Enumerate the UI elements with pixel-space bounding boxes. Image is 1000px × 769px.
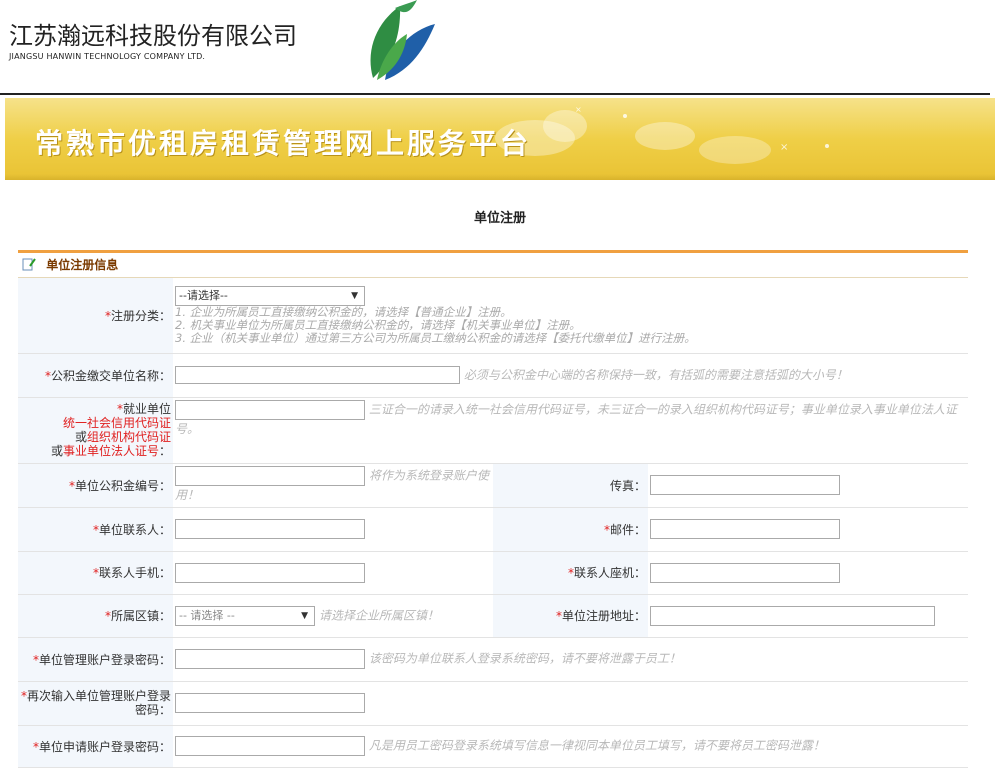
apply-pwd-label: 单位申请账户登录密码： <box>38 739 171 754</box>
svg-text:×: × <box>575 105 582 114</box>
mobile-input[interactable] <box>175 562 365 583</box>
admin-pwd2-label: 再次输入单位管理账户登录密码： <box>26 689 171 717</box>
page-title: 单位注册 <box>473 211 526 226</box>
platform-banner: × × 常熟市优租房租赁管理网上服务平台 <box>5 98 995 180</box>
unit-name-label: 公积金缴交单位名称： <box>50 368 171 383</box>
phone-label: 联系人座机： <box>573 566 646 580</box>
header-divider <box>0 93 990 95</box>
reg-type-notes: 1. 企业为所属员工直接缴纳公积金的，请选择【普通企业】注册。 2. 机关事业单… <box>175 304 696 345</box>
email-input[interactable] <box>650 519 840 539</box>
address-input[interactable] <box>650 605 935 626</box>
reg-type-select[interactable]: --请选择-- ▼ <box>175 285 365 306</box>
reg-type-label: 注册分类： <box>110 308 171 323</box>
banner-title: 常熟市优租房租赁管理网上服务平台 <box>35 127 532 160</box>
fax-label: 传真： <box>609 478 646 493</box>
address-label: 单位注册地址： <box>561 609 646 623</box>
company-name-cn: 江苏瀚远科技股份有限公司 <box>9 22 297 50</box>
unit-name-hint: 必须与公积金中心端的名称保持一致，有括弧的需要注意括弧的大小号！ <box>463 367 848 382</box>
admin-password-input[interactable] <box>175 649 365 669</box>
admin-password-confirm-input[interactable] <box>175 693 365 713</box>
email-label: 邮件： <box>609 522 646 537</box>
section-title: 单位注册信息 <box>46 258 119 272</box>
contact-label: 单位联系人： <box>98 522 171 537</box>
dropdown-arrow-icon: ▼ <box>301 610 308 621</box>
apply-password-input[interactable] <box>175 736 365 756</box>
fund-no-input[interactable] <box>175 465 365 486</box>
row-fund-no: *单位公积金编号： 将作为系统登录账户使用！ 传真： <box>18 463 968 508</box>
mobile-label: 联系人手机： <box>98 566 171 580</box>
row-apply-pwd: *单位申请账户登录密码： 凡是用员工密码登录系统填写信息一律视同本单位员工填写，… <box>18 725 968 768</box>
credit-code-input[interactable] <box>175 399 365 420</box>
apply-pwd-hint: 凡是用员工密码登录系统填写信息一律视同本单位员工填写，请不要将员工密码泄露！ <box>368 738 825 753</box>
row-reg-type: *注册分类： --请选择-- ▼ 1. 企业为所属员工直接缴纳公积金的，请选择【普… <box>18 278 968 354</box>
row-contact: *单位联系人： *邮件： <box>18 507 968 552</box>
row-admin-pwd: *单位管理账户登录密码： 该密码为单位联系人登录系统密码，请不要将泄露于员工！ <box>18 637 968 682</box>
company-leaf-logo-icon <box>370 0 435 80</box>
row-credit-code: *就业单位 统一社会信用代码证 或组织机构代码证 或事业单位法人证号： 三证合一… <box>18 397 968 464</box>
district-label: 所属区镇： <box>110 609 171 623</box>
fund-no-label: 单位公积金编号： <box>74 478 171 493</box>
section-header: 单位注册信息 <box>18 250 968 278</box>
svg-text:×: × <box>780 142 788 153</box>
admin-pwd-hint: 该密码为单位联系人登录系统密码，请不要将泄露于员工！ <box>368 651 681 666</box>
company-name-en: JIANGSU HANWIN TECHNOLOGY COMPANY LTD. <box>9 52 206 61</box>
unit-name-input[interactable] <box>175 366 460 385</box>
row-district: *所属区镇： -- 请选择 -- ▼ 请选择企业所属区镇！ *单位注册地址： <box>18 594 968 638</box>
district-hint: 请选择企业所属区镇！ <box>318 608 439 622</box>
fax-input[interactable] <box>650 475 840 495</box>
district-select[interactable]: -- 请选择 -- ▼ <box>175 605 315 626</box>
contact-input[interactable] <box>175 519 365 539</box>
registration-form: 单位注册信息 *注册分类： --请选择-- ▼ 1. 企业为所属员工直接缴纳公积金… <box>18 250 968 768</box>
row-admin-pwd-confirm: *再次输入单位管理账户登录密码： <box>18 681 968 726</box>
form-table: *注册分类： --请选择-- ▼ 1. 企业为所属员工直接缴纳公积金的，请选择【普… <box>18 278 968 768</box>
edit-document-icon <box>22 258 36 271</box>
phone-input[interactable] <box>650 562 840 583</box>
company-name: 江苏瀚远科技股份有限公司 JIANGSU HANWIN TECHNOLOGY C… <box>9 22 297 61</box>
row-mobile: *联系人手机： *联系人座机： <box>18 551 968 595</box>
dropdown-arrow-icon: ▼ <box>351 290 358 301</box>
row-unit-name: *公积金缴交单位名称： 必须与公积金中心端的名称保持一致，有括弧的需要注意括弧的… <box>18 353 968 398</box>
admin-pwd-label: 单位管理账户登录密码： <box>38 652 171 667</box>
